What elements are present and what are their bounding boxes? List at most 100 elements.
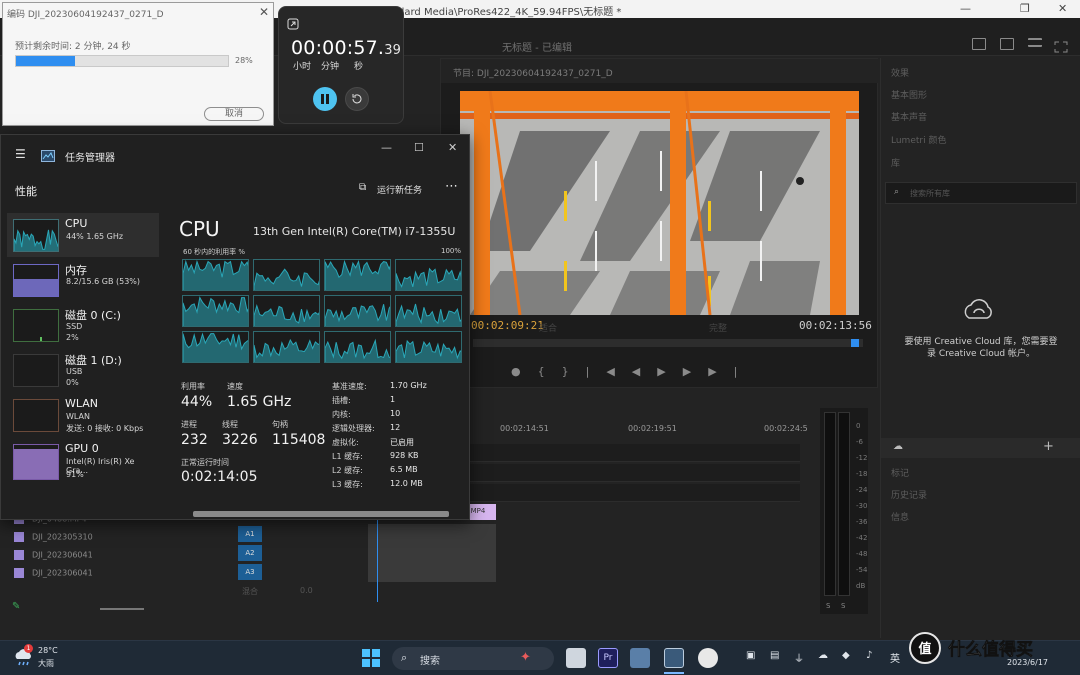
go-to-in-icon[interactable]: |◀ <box>586 365 632 378</box>
ruler-label: 00:02:14:51 <box>500 424 549 433</box>
pause-icon <box>321 94 329 104</box>
reset-button[interactable] <box>345 87 369 111</box>
run-new-task-button[interactable]: 运行新任务 <box>377 183 422 196</box>
mix-value[interactable]: 0.0 <box>300 586 313 595</box>
history-tab[interactable]: 历史记录 <box>891 488 927 501</box>
solo-left-button[interactable]: S <box>826 602 830 610</box>
timecode-in[interactable]: 00:02:09:21 <box>471 319 544 332</box>
track-a1[interactable]: A1 <box>238 526 262 542</box>
perf-item-disk-c[interactable]: 磁盘 0 (C:) SSD 2% <box>7 303 159 347</box>
project-item[interactable]: DJI_202306041 <box>14 568 93 578</box>
cancel-button[interactable]: 取消 <box>204 107 264 121</box>
project-item[interactable]: DJI_202306041 <box>14 550 93 560</box>
minimize-icon[interactable]: — <box>960 2 971 15</box>
solo-right-button[interactable]: S <box>841 602 845 610</box>
usb-icon[interactable]: ⏚ <box>794 650 804 665</box>
cloud-sync-icon[interactable]: ☁ <box>893 441 903 452</box>
window-title: 任务管理器 <box>65 153 115 164</box>
essential-graphics-tab[interactable]: 基本图形 <box>891 88 927 101</box>
encode-progress-label: 28% <box>235 56 253 65</box>
playhead-marker[interactable] <box>851 339 859 347</box>
go-to-out-icon[interactable]: ▶| <box>708 365 754 378</box>
zoom-slider[interactable] <box>100 608 144 610</box>
windows-start-icon[interactable] <box>362 649 380 671</box>
perf-item-disk-d[interactable]: 磁盘 1 (D:) USB 0% <box>7 348 159 392</box>
close-icon[interactable]: ✕ <box>259 5 269 19</box>
mark-in-icon[interactable]: { <box>538 365 562 378</box>
cpu-model: 13th Gen Intel(R) Core(TM) i7-1355U <box>253 225 456 238</box>
fullscreen-icon[interactable] <box>1054 38 1068 53</box>
play-icon[interactable]: ▶ <box>657 365 682 378</box>
file-explorer-icon[interactable] <box>566 648 586 668</box>
minimize-icon[interactable]: — <box>381 141 392 154</box>
expand-icon[interactable] <box>287 15 299 34</box>
add-icon[interactable]: + <box>1043 439 1054 454</box>
effects-tab[interactable]: 效果 <box>891 66 909 79</box>
horizontal-scrollbar[interactable] <box>193 511 449 517</box>
meter-tick: -42 <box>856 534 868 542</box>
workspace-menu-icon[interactable] <box>1028 38 1042 47</box>
scrub-bar[interactable] <box>473 339 863 347</box>
taskbar-search-box[interactable]: ⌕ 搜索 ✦ <box>392 647 554 670</box>
tray-app-icon[interactable]: ▣ <box>746 650 755 661</box>
timecode-out[interactable]: 00:02:13:56 <box>799 319 872 332</box>
task-manager-taskbar-icon[interactable] <box>664 648 684 668</box>
perf-item-memory[interactable]: 内存 8.2/15.6 GB (53%) <box>7 258 159 302</box>
meter-tick: -24 <box>856 486 868 494</box>
maximize-icon[interactable]: ☐ <box>414 141 424 154</box>
run-task-icon[interactable]: ⧉ <box>359 182 366 193</box>
search-label: 搜索 <box>420 656 440 667</box>
step-back-icon[interactable]: ◀ <box>632 365 657 378</box>
encode-progress-fill <box>16 56 76 66</box>
more-options-icon[interactable]: ⋯ <box>445 179 458 194</box>
creative-cloud-icon <box>961 298 997 328</box>
clock-app-icon[interactable] <box>698 648 718 668</box>
tray-app-icon[interactable]: ▤ <box>770 650 779 661</box>
perf-item-wlan[interactable]: WLAN WLAN 发送: 0 接收: 0 Kbps <box>7 393 159 437</box>
spec-value: 1.70 GHz <box>390 381 427 390</box>
close-icon[interactable]: ✕ <box>448 141 457 154</box>
pause-button[interactable] <box>313 87 337 111</box>
fit-select[interactable]: 适合 <box>539 321 557 334</box>
stopwatch-time: 00:00:57.39 <box>291 37 402 59</box>
monitor-tab[interactable]: 节目: DJI_20230604192437_0271_D <box>453 66 613 79</box>
spec-value: 已启用 <box>390 438 414 447</box>
weather-widget[interactable]: 1 28°C 大雨 <box>12 644 58 672</box>
markers-tab[interactable]: 标记 <box>891 466 909 479</box>
track-a2[interactable]: A2 <box>238 545 262 561</box>
info-tab[interactable]: 信息 <box>891 510 909 523</box>
utilization-label: 利用率 <box>181 382 205 391</box>
library-search-input[interactable]: ⌕ 搜索所有库 <box>885 182 1077 204</box>
weather-temp: 28°C <box>38 646 58 655</box>
spec-key: L1 缓存: <box>332 452 363 461</box>
pencil-icon[interactable]: ✎ <box>12 601 20 612</box>
quick-export-icon[interactable] <box>972 38 986 50</box>
hamburger-menu-icon[interactable]: ☰ <box>15 147 26 161</box>
step-forward-icon[interactable]: ▶ <box>683 365 708 378</box>
microphone-icon[interactable]: ♪ <box>866 650 872 661</box>
premiere-pro-icon[interactable]: Pr <box>598 648 618 668</box>
lumetri-tab[interactable]: Lumetri 颜色 <box>891 133 946 146</box>
spec-value: 928 KB <box>390 451 419 460</box>
restore-icon[interactable]: ❐ <box>1020 2 1030 15</box>
project-item[interactable]: DJI_202305310 <box>14 532 93 542</box>
section-title: 性能 <box>15 185 37 198</box>
resolution-select[interactable]: 完整 <box>709 321 727 334</box>
audio-clip[interactable] <box>368 524 496 582</box>
mark-out-icon[interactable]: } <box>562 365 586 378</box>
perf-item-cpu[interactable]: CPU 44% 1.65 GHz <box>7 213 159 257</box>
cpu-core-graph <box>324 331 391 363</box>
photos-icon[interactable] <box>630 648 650 668</box>
essential-sound-tab[interactable]: 基本声音 <box>891 110 927 123</box>
cloud-icon[interactable]: ☁ <box>818 650 828 661</box>
perf-item-gpu[interactable]: GPU 0 Intel(R) Iris(R) Xe Gra... 91% <box>7 438 159 486</box>
marker-icon[interactable]: ● <box>511 365 538 378</box>
ime-indicator[interactable]: 英 <box>890 650 900 665</box>
libraries-tab[interactable]: 库 <box>891 156 900 169</box>
close-icon[interactable]: ✕ <box>1058 2 1067 15</box>
security-icon[interactable]: ◆ <box>842 650 850 661</box>
track-a3[interactable]: A3 <box>238 564 262 580</box>
monitor-tabs: 节目: DJI_20230604192437_0271_D <box>441 59 879 83</box>
encode-progress-bar <box>15 55 229 67</box>
share-icon[interactable] <box>1000 38 1014 50</box>
